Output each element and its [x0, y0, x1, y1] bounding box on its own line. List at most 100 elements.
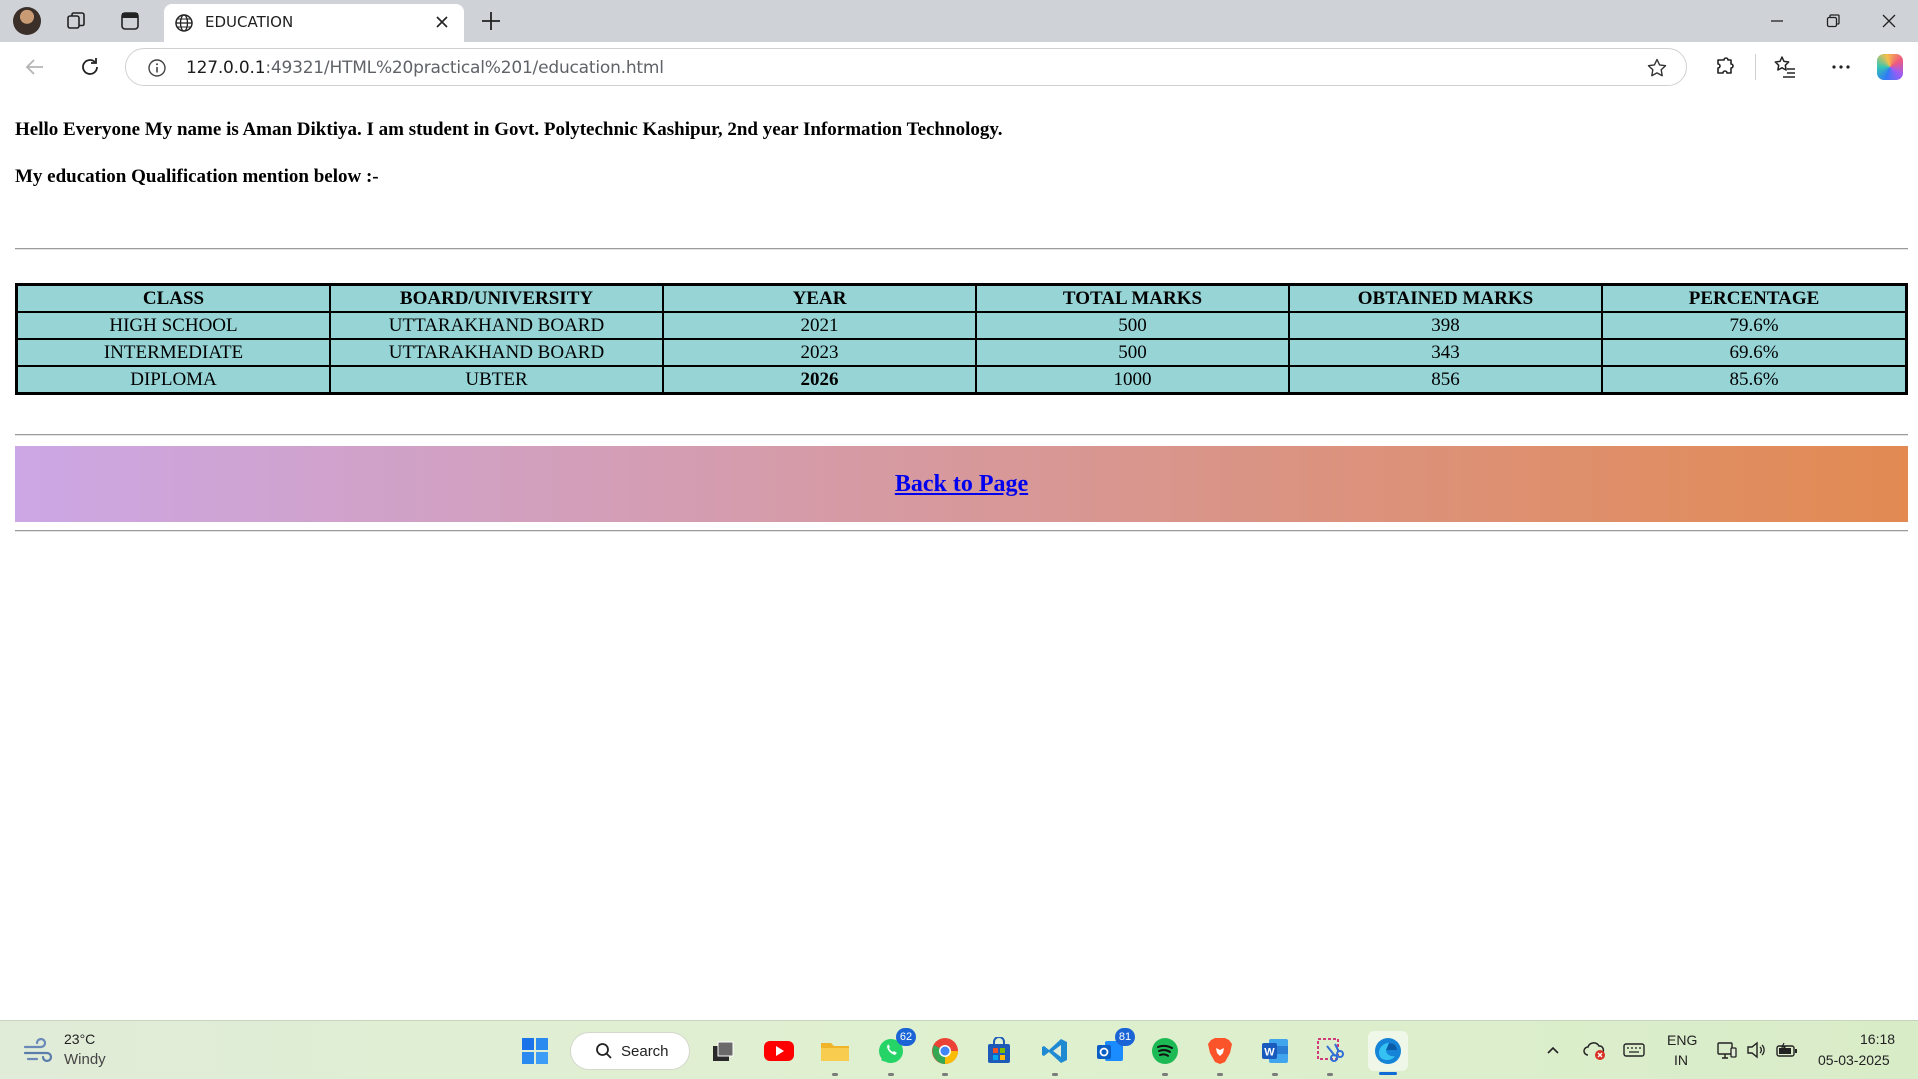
running-indicator	[832, 1073, 838, 1076]
search-icon	[595, 1042, 613, 1060]
cell-percentage: 85.6%	[1601, 365, 1908, 395]
cell-class: INTERMEDIATE	[15, 338, 331, 367]
extensions-icon[interactable]	[1712, 54, 1738, 80]
running-indicator	[1052, 1073, 1058, 1076]
back-link-banner: Back to Page	[15, 446, 1908, 522]
running-indicator	[1272, 1073, 1278, 1076]
cell-percentage: 79.6%	[1601, 311, 1908, 340]
chrome-icon[interactable]	[928, 1034, 962, 1076]
header-percentage: PERCENTAGE	[1601, 283, 1908, 313]
outlook-icon[interactable]: 81	[1093, 1028, 1135, 1068]
chevron-up-icon[interactable]	[1542, 1039, 1564, 1061]
cell-class: HIGH SCHOOL	[15, 311, 331, 340]
language-indicator[interactable]: ENG	[1667, 1032, 1697, 1048]
more-options-icon[interactable]	[1828, 54, 1854, 80]
profile-avatar[interactable]	[13, 7, 41, 35]
cell-obtained-marks: 856	[1288, 365, 1603, 395]
favorite-star-icon[interactable]	[1646, 57, 1668, 79]
site-info-icon[interactable]	[147, 58, 167, 78]
clock-date[interactable]: 05-03-2025	[1818, 1052, 1890, 1068]
region-indicator[interactable]: IN	[1674, 1052, 1688, 1068]
cell-year: 2023	[662, 338, 977, 367]
battery-icon[interactable]	[1775, 1039, 1797, 1061]
windows-taskbar: 23°C Windy Search 62 81 W ENG IN 16:18 0…	[0, 1020, 1918, 1079]
clock-time[interactable]: 16:18	[1860, 1031, 1895, 1047]
task-view-icon[interactable]	[706, 1034, 740, 1068]
cell-total-marks: 1000	[975, 365, 1290, 395]
close-tab-icon[interactable]	[432, 12, 452, 32]
tab-title: EDUCATION	[205, 13, 294, 31]
url-text[interactable]: 127.0.0.1:49321/HTML%20practical%201/edu…	[186, 58, 664, 78]
cell-year: 2026	[662, 365, 977, 395]
table-row: INTERMEDIATE UTTARAKHAND BOARD 2023 500 …	[15, 338, 1908, 367]
wind-weather-icon[interactable]	[22, 1037, 54, 1064]
running-indicator	[1327, 1073, 1333, 1076]
brave-icon[interactable]	[1203, 1034, 1237, 1076]
workspaces-icon[interactable]	[62, 7, 90, 35]
file-explorer-icon[interactable]	[818, 1034, 852, 1076]
refresh-icon[interactable]	[77, 54, 103, 80]
url-host: 127.0.0.1	[186, 58, 266, 78]
intro-text: Hello Everyone My name is Aman Diktiya. …	[15, 119, 1003, 140]
word-icon[interactable]: W	[1258, 1034, 1292, 1076]
vscode-icon[interactable]	[1038, 1034, 1072, 1076]
running-indicator	[1162, 1073, 1168, 1076]
copilot-icon[interactable]	[1877, 54, 1903, 80]
active-tab[interactable]: EDUCATION	[164, 4, 464, 42]
divider-bottom	[15, 530, 1908, 532]
weather-condition[interactable]: Windy	[64, 1051, 106, 1068]
weather-temperature[interactable]: 23°C	[64, 1031, 95, 1047]
volume-icon[interactable]	[1745, 1039, 1767, 1061]
minimize-icon[interactable]	[1765, 9, 1789, 33]
running-indicator	[1379, 1072, 1397, 1075]
favorites-icon[interactable]	[1772, 54, 1798, 80]
back-arrow-icon[interactable]	[22, 54, 48, 80]
header-board: BOARD/UNIVERSITY	[329, 283, 664, 313]
browser-tab-bar: EDUCATION	[0, 0, 1918, 42]
browser-nav-bar: 127.0.0.1:49321/HTML%20practical%201/edu…	[0, 42, 1918, 92]
education-table: CLASS BOARD/UNIVERSITY YEAR TOTAL MARKS …	[15, 283, 1908, 395]
close-window-icon[interactable]	[1877, 9, 1901, 33]
toolbar-separator	[1755, 54, 1756, 80]
back-to-page-link[interactable]: Back to Page	[895, 471, 1028, 498]
cell-year: 2021	[662, 311, 977, 340]
edge-icon[interactable]	[1368, 1031, 1408, 1075]
snipping-tool-icon[interactable]	[1313, 1034, 1347, 1076]
whatsapp-icon[interactable]: 62	[874, 1028, 916, 1076]
youtube-icon[interactable]	[762, 1034, 796, 1068]
cell-total-marks: 500	[975, 338, 1290, 367]
divider-top	[15, 248, 1908, 250]
globe-icon	[174, 13, 194, 33]
table-row: HIGH SCHOOL UTTARAKHAND BOARD 2021 500 3…	[15, 311, 1908, 340]
network-icon[interactable]	[1716, 1039, 1738, 1061]
taskbar-search[interactable]: Search	[570, 1032, 690, 1070]
address-bar[interactable]: 127.0.0.1:49321/HTML%20practical%201/edu…	[125, 48, 1687, 86]
whatsapp-badge: 62	[896, 1028, 916, 1046]
cell-board: UTTARAKHAND BOARD	[329, 338, 664, 367]
microsoft-store-icon[interactable]	[982, 1034, 1016, 1068]
cell-class: DIPLOMA	[15, 365, 331, 395]
header-obtained-marks: OBTAINED MARKS	[1288, 283, 1603, 313]
divider-middle	[15, 434, 1908, 436]
new-tab-icon[interactable]	[478, 8, 504, 34]
table-row: DIPLOMA UBTER 2026 1000 856 85.6%	[15, 365, 1908, 395]
vertical-tabs-icon[interactable]	[116, 7, 144, 35]
cell-obtained-marks: 343	[1288, 338, 1603, 367]
windows-start-icon[interactable]	[518, 1034, 552, 1068]
header-year: YEAR	[662, 283, 977, 313]
page-viewport: Hello Everyone My name is Aman Diktiya. …	[4, 92, 1914, 1017]
keyboard-icon[interactable]	[1623, 1039, 1645, 1061]
cell-percentage: 69.6%	[1601, 338, 1908, 367]
spotify-icon[interactable]	[1148, 1034, 1182, 1076]
search-label: Search	[621, 1043, 669, 1060]
restore-icon[interactable]	[1821, 9, 1845, 33]
outlook-badge: 81	[1115, 1028, 1135, 1046]
url-path: :49321/HTML%20practical%201/education.ht…	[265, 58, 664, 78]
header-class: CLASS	[15, 283, 331, 313]
running-indicator	[942, 1073, 948, 1076]
header-total-marks: TOTAL MARKS	[975, 283, 1290, 313]
onedrive-error-icon[interactable]	[1583, 1039, 1605, 1061]
cell-total-marks: 500	[975, 311, 1290, 340]
svg-text:W: W	[1264, 1047, 1275, 1059]
table-header-row: CLASS BOARD/UNIVERSITY YEAR TOTAL MARKS …	[15, 283, 1908, 313]
